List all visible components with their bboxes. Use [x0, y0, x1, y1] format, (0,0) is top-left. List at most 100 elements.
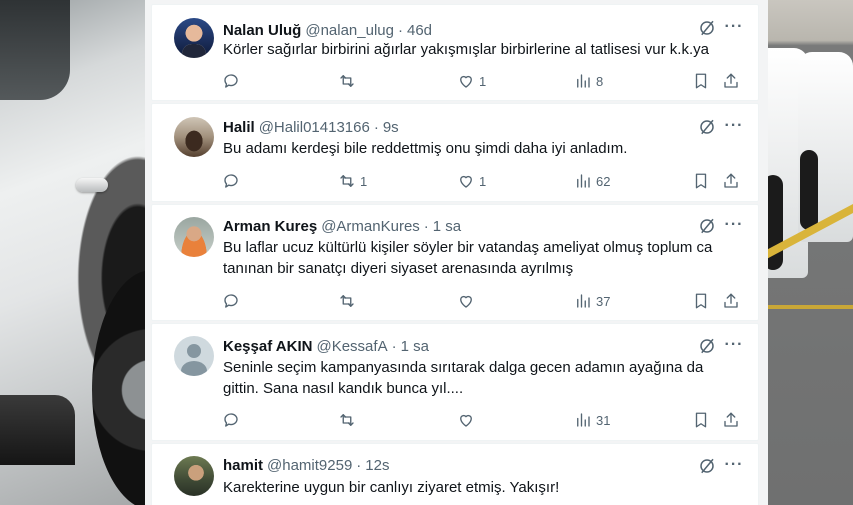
- avatar-nalan[interactable]: [174, 18, 214, 58]
- timestamp[interactable]: 1 sa: [401, 338, 429, 355]
- reply-feed: Nalan Uluğ @nalan_ulug · 46d ··· Körler …: [145, 0, 768, 505]
- user-name[interactable]: Keşşaf AKIN: [223, 338, 312, 355]
- more-icon[interactable]: ···: [724, 116, 744, 136]
- user-handle[interactable]: @Halil01413166: [259, 119, 370, 136]
- retweet-button[interactable]: [338, 70, 360, 92]
- tweet-actions: 31: [222, 409, 742, 431]
- share-button[interactable]: [722, 290, 740, 312]
- tweet-text-line: Bu laflar ucuz kültürlü kişiler söyler b…: [223, 239, 713, 256]
- more-icon[interactable]: ···: [724, 215, 744, 235]
- tweet[interactable]: Nalan Uluğ @nalan_ulug · 46d ··· Körler …: [151, 4, 759, 101]
- retweet-button[interactable]: [338, 409, 360, 431]
- separator-dot: ·: [397, 21, 403, 39]
- share-icon: [724, 173, 738, 188]
- bookmark-button[interactable]: [692, 290, 710, 312]
- tweet-header: Halil @Halil01413166 · 9s: [223, 117, 399, 137]
- tweet-text: Bu laflar ucuz kültürlü kişiler söyler b…: [223, 237, 743, 279]
- user-handle[interactable]: @KessafA: [316, 338, 387, 355]
- background-photo-left: [0, 0, 145, 505]
- reply-button[interactable]: [222, 290, 244, 312]
- views-icon: [577, 294, 590, 308]
- views-button[interactable]: 37: [574, 290, 610, 312]
- more-icon[interactable]: ···: [724, 455, 744, 475]
- bookmark-icon: [695, 73, 707, 89]
- like-button[interactable]: [457, 290, 479, 312]
- like-button[interactable]: [457, 409, 479, 431]
- car-window: [0, 0, 70, 100]
- heart-icon: [460, 414, 472, 427]
- share-button[interactable]: [722, 70, 740, 92]
- tweet[interactable]: Halil @Halil01413166 · 9s ··· Bu adamı k…: [151, 103, 759, 202]
- car-bumper: [0, 395, 75, 465]
- reply-icon: [224, 174, 238, 188]
- views-count: 8: [596, 73, 604, 89]
- user-name[interactable]: hamit: [223, 457, 263, 474]
- bookmark-button[interactable]: [692, 409, 710, 431]
- reply-button[interactable]: [222, 170, 244, 192]
- avatar-kessaf[interactable]: [174, 336, 214, 376]
- grok-icon[interactable]: [697, 18, 717, 38]
- reply-icon: [224, 413, 238, 427]
- share-icon: [724, 293, 738, 308]
- tweet-header: Arman Kureş @ArmanKures · 1 sa: [223, 216, 461, 236]
- tweet-header: Nalan Uluğ @nalan_ulug · 46d: [223, 20, 432, 40]
- separator-dot: ·: [373, 118, 379, 136]
- tweet-text: Seninle seçim kampanyasında sırıtarak da…: [223, 357, 743, 399]
- timestamp[interactable]: 46d: [407, 22, 432, 39]
- tweet-actions: 37: [222, 290, 742, 312]
- reply-icon: [224, 294, 238, 308]
- user-name[interactable]: Nalan Uluğ: [223, 22, 301, 39]
- share-button[interactable]: [722, 170, 740, 192]
- reply-button[interactable]: [222, 70, 244, 92]
- timestamp[interactable]: 9s: [383, 119, 399, 136]
- tweet-text: Bu adamı kerdeşi bile reddettmiş onu şim…: [223, 138, 743, 159]
- avatar-halil[interactable]: [174, 117, 214, 157]
- retweet-button[interactable]: 1: [338, 170, 367, 192]
- tweet[interactable]: Arman Kureş @ArmanKures · 1 sa ··· Bu la…: [151, 204, 759, 321]
- reply-button[interactable]: [222, 409, 244, 431]
- like-button[interactable]: 1: [457, 170, 486, 192]
- more-icon[interactable]: ···: [724, 335, 744, 355]
- bookmark-button[interactable]: [692, 170, 710, 192]
- share-icon: [724, 412, 738, 427]
- like-count: 1: [479, 73, 487, 89]
- tweet-header: hamit @hamit9259 · 12s: [223, 455, 389, 475]
- views-icon: [577, 413, 590, 427]
- user-handle[interactable]: @ArmanKures: [321, 218, 420, 235]
- views-button[interactable]: 31: [574, 409, 610, 431]
- grok-icon[interactable]: [697, 336, 717, 356]
- views-button[interactable]: 8: [574, 70, 603, 92]
- bookmark-button[interactable]: [692, 70, 710, 92]
- retweet-button[interactable]: [338, 290, 360, 312]
- tweet[interactable]: hamit @hamit9259 · 12s ··· Karekterine u…: [151, 443, 759, 505]
- views-button[interactable]: 62: [574, 170, 610, 192]
- tweet-text-line: gittin. Sana nasıl kandık bunca yıl....: [223, 380, 464, 397]
- tweet-actions: 1 1 62: [222, 170, 742, 192]
- user-name[interactable]: Arman Kureş: [223, 218, 317, 235]
- grok-icon[interactable]: [697, 117, 717, 137]
- timestamp[interactable]: 12s: [365, 457, 389, 474]
- like-button[interactable]: 1: [457, 70, 486, 92]
- share-icon: [724, 73, 738, 88]
- retweet-count: 1: [360, 173, 368, 189]
- tweet-actions: 1 8: [222, 70, 742, 92]
- user-name[interactable]: Halil: [223, 119, 255, 136]
- car-door-handle: [76, 178, 108, 192]
- share-button[interactable]: [722, 409, 740, 431]
- avatar-arman[interactable]: [174, 217, 214, 257]
- grok-icon[interactable]: [697, 216, 717, 236]
- parking-stripe: [768, 305, 853, 309]
- user-handle[interactable]: @nalan_ulug: [305, 22, 394, 39]
- heart-icon: [460, 295, 472, 308]
- avatar-hamit[interactable]: [174, 456, 214, 496]
- separator-dot: ·: [391, 337, 397, 355]
- timestamp[interactable]: 1 sa: [433, 218, 461, 235]
- separator-dot: ·: [423, 217, 429, 235]
- tweet-text-line: Bu adamı kerdeşi bile reddettmiş onu şim…: [223, 140, 628, 157]
- more-icon[interactable]: ···: [724, 17, 744, 37]
- user-handle[interactable]: @hamit9259: [267, 457, 352, 474]
- tweet-text-line: Seninle seçim kampanyasında sırıtarak da…: [223, 359, 704, 376]
- grok-icon[interactable]: [697, 456, 717, 476]
- tweet[interactable]: Keşşaf AKIN @KessafA · 1 sa ··· Seninle …: [151, 323, 759, 441]
- heart-icon: [460, 175, 472, 188]
